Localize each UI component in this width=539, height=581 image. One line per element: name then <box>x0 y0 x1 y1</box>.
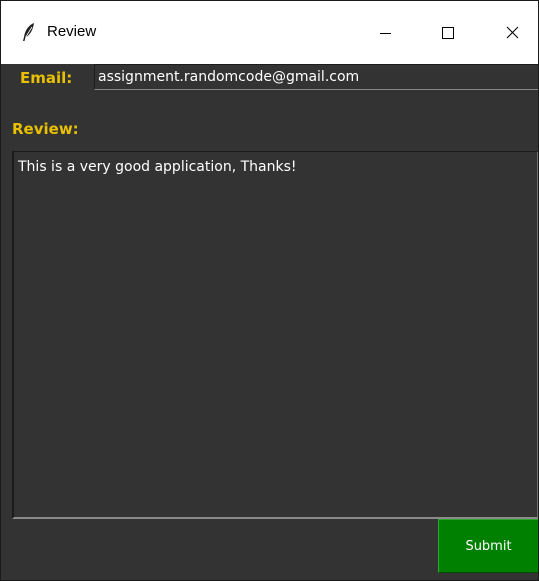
title-bar[interactable]: Review <box>1 1 538 64</box>
window-title: Review <box>47 23 97 40</box>
review-textarea[interactable]: This is a very good application, Thanks! <box>12 151 538 519</box>
minimize-button[interactable] <box>354 1 416 64</box>
maximize-button[interactable] <box>416 1 478 64</box>
close-button[interactable] <box>478 1 538 64</box>
review-window: Review Email: Rev <box>0 0 539 581</box>
email-label: Email: <box>20 69 73 87</box>
feather-icon <box>21 22 37 42</box>
submit-button[interactable]: Submit <box>438 519 538 573</box>
review-label: Review: <box>12 120 79 138</box>
email-field[interactable] <box>94 64 538 90</box>
